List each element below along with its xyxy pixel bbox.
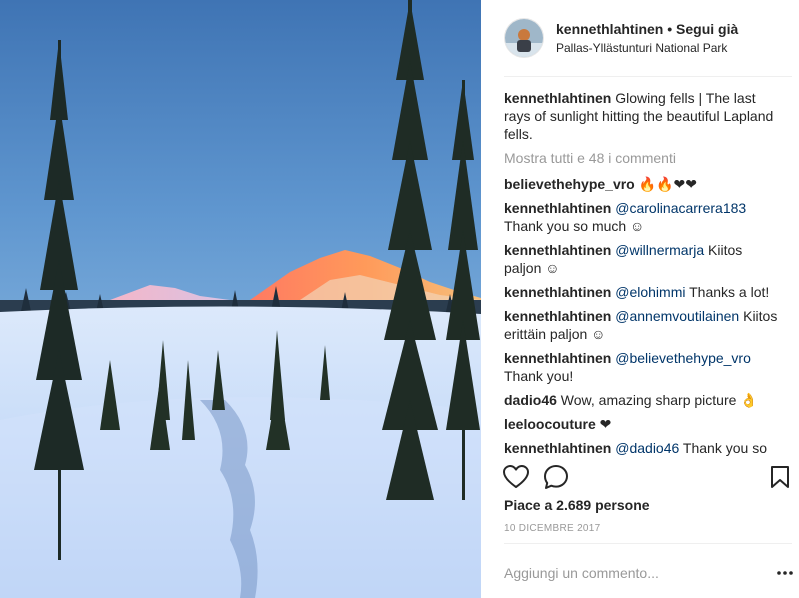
comment-text: 🔥🔥❤❤ [634,176,697,192]
comment-item: kennethlahtinen @elohimmi Thanks a lot! [504,283,778,301]
comment-mention[interactable]: @carolinacarrera183 [611,200,746,216]
comments-list[interactable]: kennethlahtinen Glowing fells | The last… [504,89,778,456]
post-photo[interactable] [0,0,481,598]
ellipsis-icon [777,571,793,575]
post-sidebar: kennethlahtinen • Segui già Pallas-Ylläs… [481,0,799,598]
comment-item: kennethlahtinen @believethehype_vro Than… [504,349,778,385]
comment-username[interactable]: kennethlahtinen [504,242,611,258]
comment-mention[interactable]: @willnermarja [611,242,704,258]
bookmark-icon [771,466,789,488]
comment-text: Wow, amazing sharp picture 👌 [556,392,758,408]
comment-button[interactable] [542,462,570,492]
comment-username[interactable]: kennethlahtinen [504,350,611,366]
comment-item: dadio46 Wow, amazing sharp picture 👌 [504,391,778,409]
comment-item: kennethlahtinen @annemvoutilainen Kiitos… [504,307,778,343]
heart-icon [503,465,529,488]
location-link[interactable]: Pallas-Yllästunturi National Park [556,41,727,55]
view-all-comments-link[interactable]: Mostra tutti e 48 i commenti [504,149,778,167]
instagram-post: kennethlahtinen • Segui già Pallas-Ylläs… [0,0,799,598]
comment-item: kennethlahtinen @dadio46 Thank you so mu… [504,439,778,456]
comment-item: believethehype_vro 🔥🔥❤❤ [504,175,778,193]
avatar[interactable] [504,18,544,58]
comment-text: Thank you! [504,368,574,384]
comment-username[interactable]: kennethlahtinen [504,200,611,216]
lapland-landscape-image [0,0,481,598]
comment-item: kennethlahtinen @willnermarja Kiitos pal… [504,241,778,277]
add-comment-input[interactable] [504,563,764,583]
comment-username[interactable]: believethehype_vro [504,176,635,192]
speech-bubble-icon [544,465,568,489]
likes-count[interactable]: Piace a 2.689 persone [504,497,650,513]
post-date[interactable]: 10 DICEMBRE 2017 [504,523,601,534]
comment-text: ❤ [595,416,612,432]
comment-username[interactable]: dadio46 [504,392,557,408]
avatar-image [505,19,543,57]
comment-item: leeloocouture ❤ [504,415,778,433]
caption: kennethlahtinen Glowing fells | The last… [504,89,778,143]
comment-mention[interactable]: @elohimmi [611,284,685,300]
comment-item: kennethlahtinen @carolinacarrera183 Than… [504,199,778,235]
follow-status-button[interactable]: Segui già [676,21,738,37]
comment-mention[interactable]: @dadio46 [611,440,679,456]
comment-username[interactable]: leeloocouture [504,416,596,432]
header-divider [504,76,792,77]
comment-username[interactable]: kennethlahtinen [504,284,611,300]
header-user-line: kennethlahtinen • Segui già [556,21,738,37]
post-header: kennethlahtinen • Segui già Pallas-Ylläs… [504,18,792,58]
comment-text: Thanks a lot! [685,284,770,300]
comment-mention[interactable]: @annemvoutilainen [611,308,739,324]
comment-divider [504,543,792,544]
comment-text: Thank you so much ☺ [504,218,645,234]
comment-username[interactable]: kennethlahtinen [504,308,611,324]
like-button[interactable] [502,462,530,492]
caption-username[interactable]: kennethlahtinen [504,90,611,106]
comment-mention[interactable]: @believethehype_vro [611,350,751,366]
more-options-button[interactable] [775,563,795,583]
action-bar [502,462,794,492]
header-username[interactable]: kennethlahtinen [556,21,663,37]
comment-username[interactable]: kennethlahtinen [504,440,611,456]
header-dot: • [663,21,677,37]
save-button[interactable] [766,462,794,492]
